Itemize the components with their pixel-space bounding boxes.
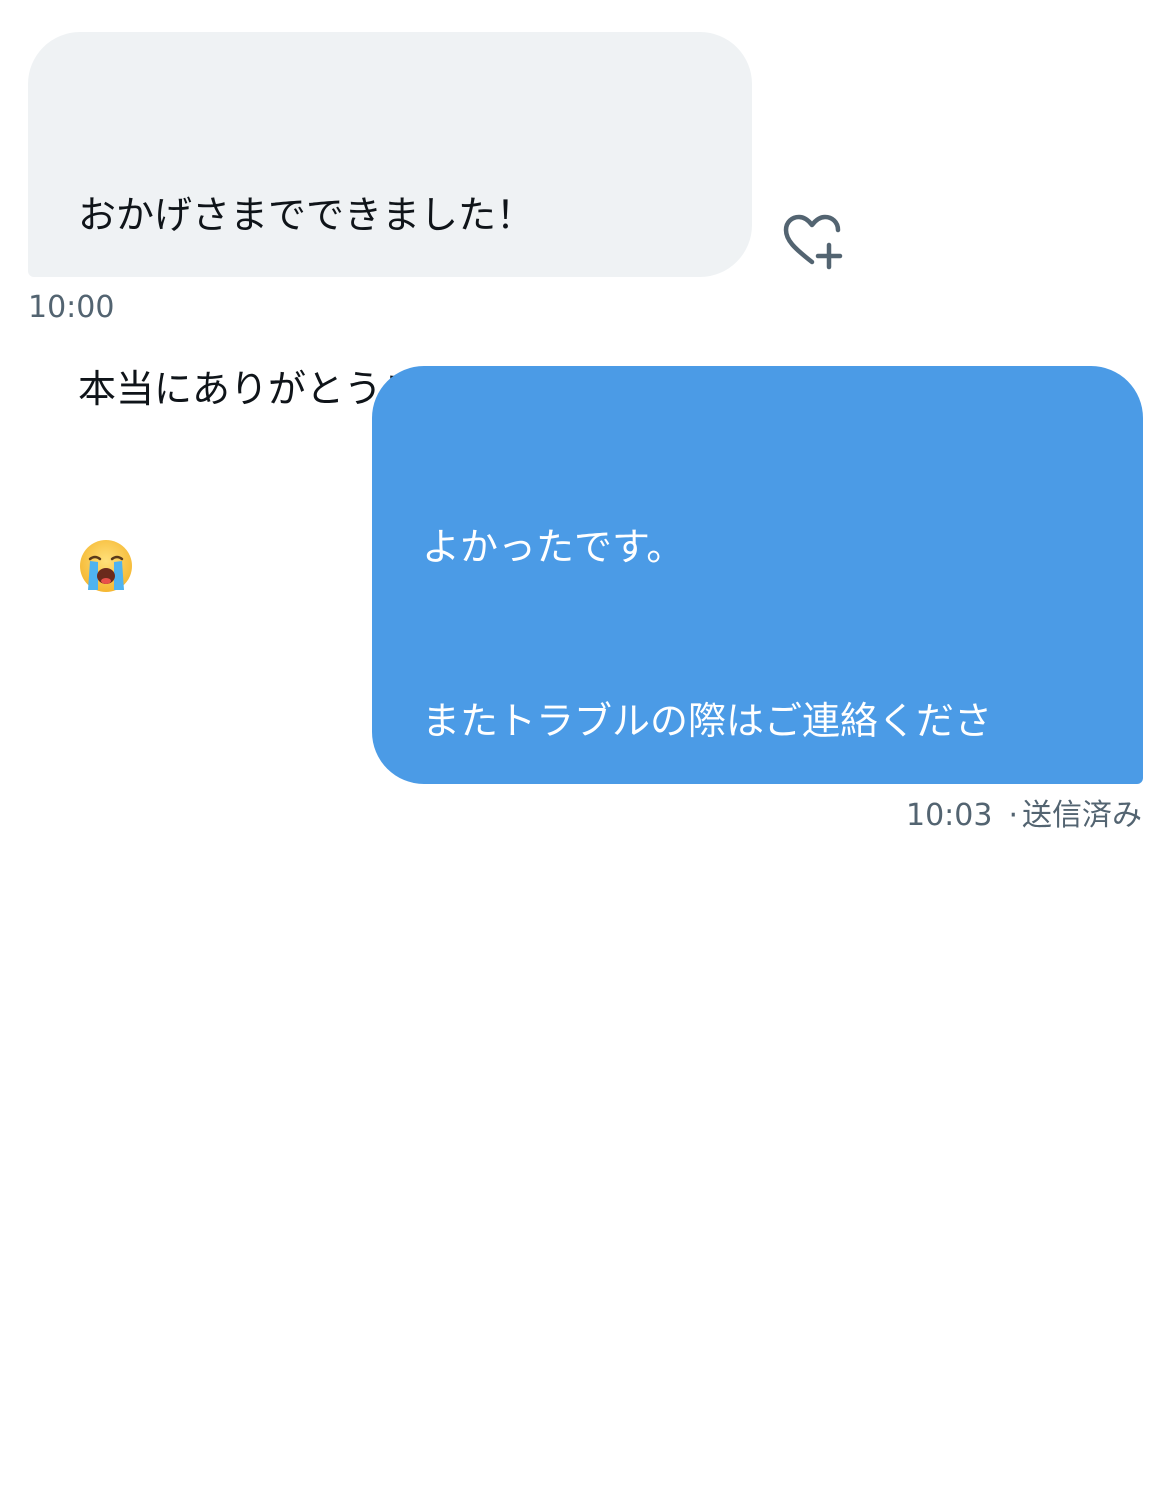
message-text-line: またトラブルの際はご連絡くださ xyxy=(422,699,993,743)
message-text-line: よかったです。 xyxy=(422,525,685,569)
separator-dot: · xyxy=(1008,798,1018,833)
loudly-crying-face-icon xyxy=(80,540,132,592)
message-timestamp: 10:00 xyxy=(28,290,115,325)
message-text-line: ありがとうございました。 xyxy=(422,1395,879,1439)
message-text-line: す。 xyxy=(422,1221,495,1265)
message-text-line: ボックスの当選お祈りしておりま xyxy=(422,1047,989,1091)
heart-plus-icon[interactable] xyxy=(780,212,848,272)
message-timestamp: 10:03 xyxy=(905,798,993,833)
sent-message-meta: 10:03 · 送信済み xyxy=(906,798,1142,834)
message-text-line: い。 xyxy=(422,873,499,917)
message-text-line: おかげさまでできました！ xyxy=(78,193,535,237)
delivery-status: 送信済み xyxy=(1022,798,1142,833)
received-message-bubble[interactable]: おかげさまでできました！ 本当にありがとうございました xyxy=(28,32,752,592)
sent-message-bubble[interactable]: よかったです。 またトラブルの際はご連絡くださ い。 ボックスの当選お祈りしてお… xyxy=(372,366,1143,1439)
